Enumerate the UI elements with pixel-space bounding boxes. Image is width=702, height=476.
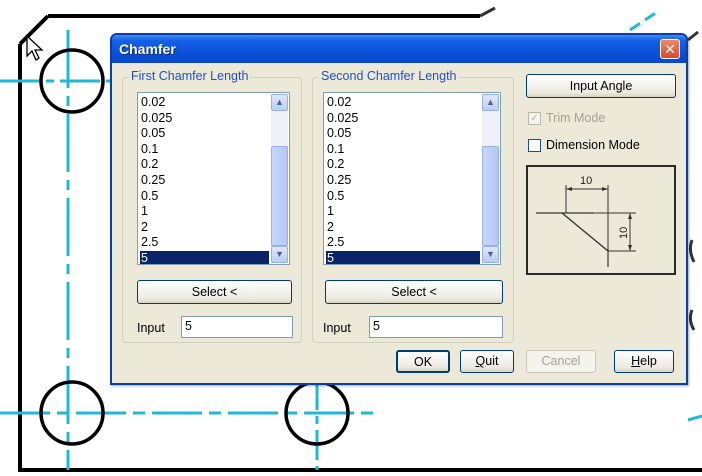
dimension-mode-label: Dimension Mode bbox=[546, 138, 640, 152]
list-item[interactable]: 0.25 bbox=[326, 173, 480, 189]
trim-mode-checkbox[interactable]: ✓ bbox=[528, 112, 541, 125]
dialog-title: Chamfer bbox=[119, 41, 176, 57]
ok-button[interactable]: OK bbox=[396, 350, 450, 373]
first-select-button[interactable]: Select < bbox=[137, 280, 292, 304]
list-item[interactable]: 0.02 bbox=[140, 95, 269, 111]
first-chamfer-list-items: 0.02 0.025 0.05 0.1 0.2 0.25 0.5 1 2 2.5 5 bbox=[140, 95, 269, 264]
chamfer-dialog: Chamfer ✕ First Chamfer Length 0.02 0.025… bbox=[110, 33, 688, 385]
second-chamfer-group: Second Chamfer Length 0.02 0.025 0.05 0.1 0.… bbox=[312, 69, 514, 343]
chamfer-preview-diagram: 10 10 bbox=[536, 175, 636, 267]
check-icon: ✓ bbox=[530, 113, 539, 124]
first-chamfer-list[interactable]: 0.02 0.025 0.05 0.1 0.2 0.25 0.5 1 2 2.5 5 ▲ ▼ bbox=[137, 92, 290, 265]
quit-button[interactable]: Quit bbox=[460, 350, 514, 373]
list-item[interactable]: 0.025 bbox=[326, 111, 480, 127]
quit-label-rest: uit bbox=[485, 354, 499, 368]
scroll-up-icon[interactable]: ▲ bbox=[482, 94, 499, 111]
first-chamfer-group: First Chamfer Length 0.02 0.025 0.05 0.1 0.2… bbox=[122, 69, 302, 343]
close-icon: ✕ bbox=[664, 41, 676, 57]
scroll-thumb[interactable] bbox=[271, 146, 288, 246]
list-item[interactable]: 2 bbox=[326, 220, 480, 236]
help-button[interactable]: Help bbox=[614, 350, 674, 373]
help-mnemonic: H bbox=[631, 354, 641, 368]
scroll-thumb[interactable] bbox=[482, 146, 499, 246]
input-angle-button[interactable]: Input Angle bbox=[526, 74, 676, 98]
list-item[interactable]: 0.2 bbox=[326, 157, 480, 173]
list-item[interactable]: 0.1 bbox=[140, 142, 269, 158]
second-chamfer-title: Second Chamfer Length bbox=[319, 69, 459, 83]
scroll-up-icon[interactable]: ▲ bbox=[271, 94, 288, 111]
second-list-scrollbar[interactable]: ▲ ▼ bbox=[482, 94, 499, 263]
preview-dim-right: 10 bbox=[618, 227, 630, 239]
list-item[interactable]: 2.5 bbox=[326, 235, 480, 251]
first-chamfer-title: First Chamfer Length bbox=[129, 69, 251, 83]
list-item[interactable]: 2.5 bbox=[140, 235, 269, 251]
first-input-field[interactable]: 5 bbox=[181, 316, 293, 338]
second-input-label: Input bbox=[323, 321, 351, 335]
chamfer-preview: 10 10 bbox=[526, 165, 676, 275]
dimension-mode-checkbox[interactable] bbox=[528, 139, 541, 152]
list-item[interactable]: 0.2 bbox=[140, 157, 269, 173]
list-item[interactable]: 1 bbox=[140, 204, 269, 220]
list-item[interactable]: 0.025 bbox=[140, 111, 269, 127]
list-item[interactable]: 2 bbox=[140, 220, 269, 236]
second-chamfer-list[interactable]: 0.02 0.025 0.05 0.1 0.2 0.25 0.5 1 2 2.5 5 ▲ ▼ bbox=[323, 92, 501, 265]
second-input-field[interactable]: 5 bbox=[369, 316, 503, 338]
first-input-label: Input bbox=[137, 321, 165, 335]
list-item[interactable]: 0.25 bbox=[140, 173, 269, 189]
quit-mnemonic: Q bbox=[475, 354, 486, 368]
list-item[interactable]: 0.05 bbox=[140, 126, 269, 142]
scroll-down-icon[interactable]: ▼ bbox=[482, 246, 499, 263]
first-list-scrollbar[interactable]: ▲ ▼ bbox=[271, 94, 288, 263]
trim-mode-label: Trim Mode bbox=[546, 111, 606, 125]
mouse-pointer-icon bbox=[26, 34, 44, 61]
title-bar[interactable]: Chamfer ✕ bbox=[112, 35, 686, 63]
scroll-down-icon[interactable]: ▼ bbox=[271, 246, 288, 263]
help-label-rest: elp bbox=[640, 354, 657, 368]
list-item[interactable]: 5 bbox=[140, 250, 269, 264]
list-item[interactable]: 0.02 bbox=[326, 95, 480, 111]
list-item[interactable]: 0.5 bbox=[140, 189, 269, 205]
cancel-button[interactable]: Cancel bbox=[526, 350, 596, 373]
list-item[interactable]: 0.05 bbox=[326, 126, 480, 142]
second-chamfer-list-items: 0.02 0.025 0.05 0.1 0.2 0.25 0.5 1 2 2.5 5 bbox=[326, 95, 480, 264]
second-select-button[interactable]: Select < bbox=[325, 280, 503, 304]
close-button[interactable]: ✕ bbox=[660, 39, 680, 59]
preview-dim-top: 10 bbox=[580, 175, 592, 187]
list-item[interactable]: 0.5 bbox=[326, 189, 480, 205]
list-item[interactable]: 0.1 bbox=[326, 142, 480, 158]
list-item[interactable]: 5 bbox=[326, 250, 480, 264]
list-item[interactable]: 1 bbox=[326, 204, 480, 220]
